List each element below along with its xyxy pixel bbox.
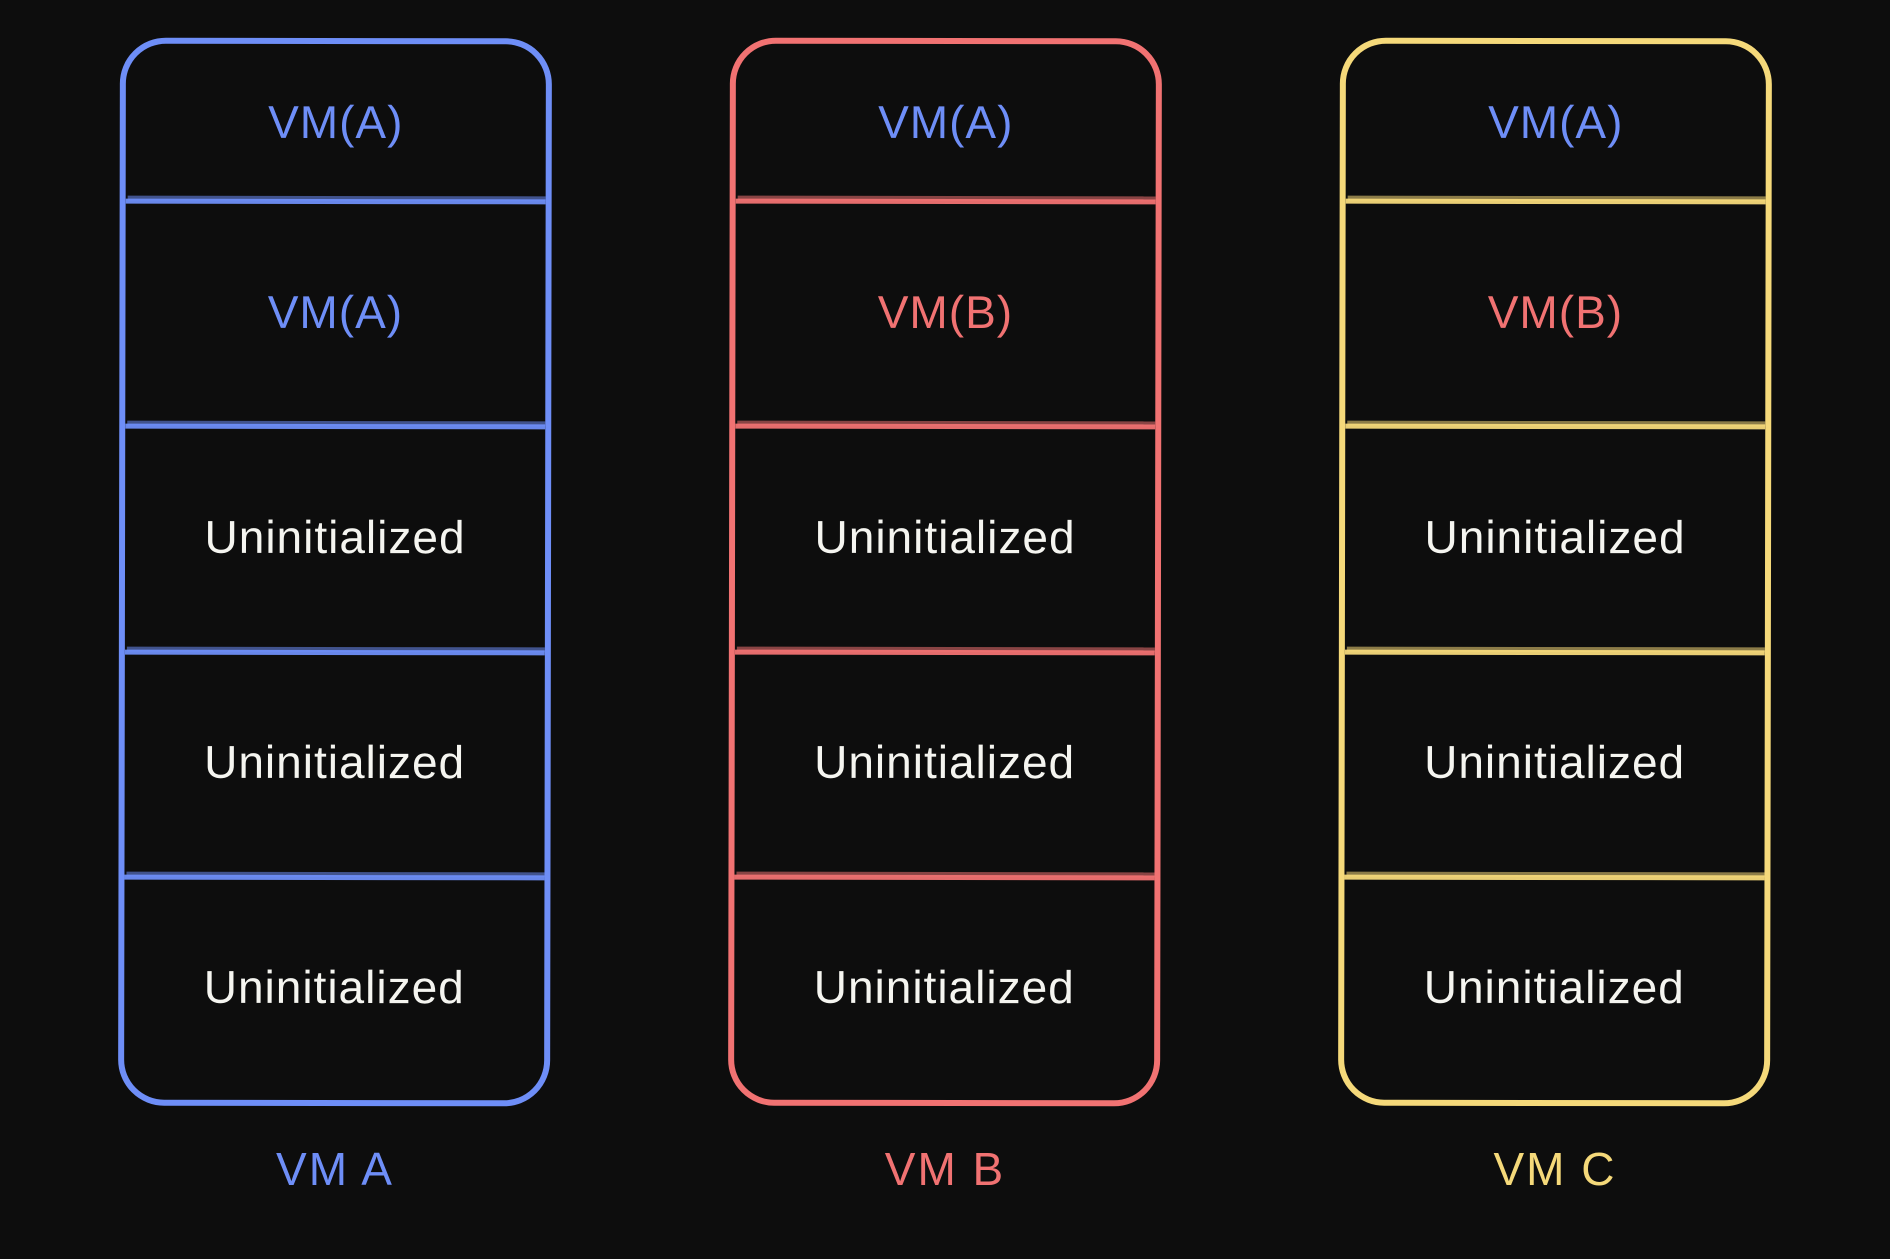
vm-b-slot-2: Uninitialized <box>735 424 1155 650</box>
vm-b-slot-4: Uninitialized <box>734 874 1154 1100</box>
vm-c-slot-0-label: VM(A) <box>1488 94 1623 148</box>
vm-box-a: VM(A) VM(A) Uninitialized Uninitialized … <box>118 38 552 1107</box>
vm-box-b: VM(A) VM(B) Uninitialized Uninitialized … <box>728 38 1162 1107</box>
vm-c-slot-2-label: Uninitialized <box>1424 510 1685 564</box>
vm-c-slot-3-label: Uninitialized <box>1424 735 1685 789</box>
vm-a-slot-0-label: VM(A) <box>268 94 403 148</box>
vm-c-slot-0: VM(A) <box>1346 44 1766 200</box>
vm-box-c: VM(A) VM(B) Uninitialized Uninitialized … <box>1338 38 1772 1107</box>
diagram-stage: VM(A) VM(A) Uninitialized Uninitialized … <box>0 0 1890 1259</box>
vm-a-slot-1: VM(A) <box>125 199 545 425</box>
vm-a-title: VM A <box>276 1142 394 1196</box>
vm-c-slot-2: Uninitialized <box>1345 424 1765 650</box>
vm-c-slot-4-label: Uninitialized <box>1424 960 1685 1014</box>
vm-c-slot-1-label: VM(B) <box>1488 285 1623 339</box>
vm-a-slot-2-label: Uninitialized <box>204 510 465 564</box>
vm-c-title: VM C <box>1494 1142 1617 1196</box>
vm-b-title: VM B <box>885 1142 1005 1196</box>
vm-c-slot-1: VM(B) <box>1345 199 1765 425</box>
vm-c-slot-4: Uninitialized <box>1344 874 1764 1100</box>
vm-b-slot-2-label: Uninitialized <box>814 510 1075 564</box>
vm-b-slot-3: Uninitialized <box>734 649 1154 875</box>
vm-a-slot-1-label: VM(A) <box>268 285 403 339</box>
vm-c-slot-3: Uninitialized <box>1344 649 1764 875</box>
vm-b-slot-3-label: Uninitialized <box>814 735 1075 789</box>
vm-a-slot-4-label: Uninitialized <box>204 960 465 1014</box>
vm-b-slot-1-label: VM(B) <box>878 285 1013 339</box>
vm-a-slot-0: VM(A) <box>126 44 546 200</box>
vm-column-a: VM(A) VM(A) Uninitialized Uninitialized … <box>119 38 551 1196</box>
vm-column-b: VM(A) VM(B) Uninitialized Uninitialized … <box>729 38 1161 1196</box>
vm-b-slot-0: VM(A) <box>736 44 1156 200</box>
vm-a-slot-3-label: Uninitialized <box>204 735 465 789</box>
vm-b-slot-1: VM(B) <box>735 199 1155 425</box>
vm-a-slot-3: Uninitialized <box>124 649 544 875</box>
vm-b-slot-4-label: Uninitialized <box>814 960 1075 1014</box>
vm-a-slot-2: Uninitialized <box>125 424 545 650</box>
vm-a-slot-4: Uninitialized <box>124 874 544 1100</box>
vm-column-c: VM(A) VM(B) Uninitialized Uninitialized … <box>1339 38 1771 1196</box>
vm-b-slot-0-label: VM(A) <box>878 94 1013 148</box>
